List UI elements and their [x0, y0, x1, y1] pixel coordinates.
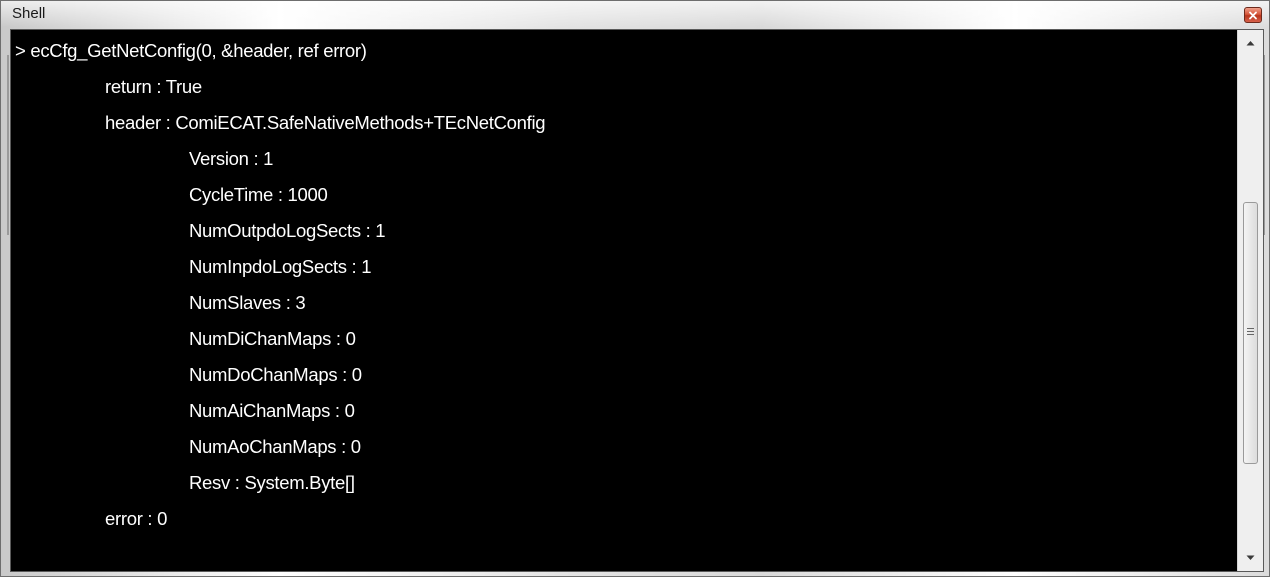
- grip-icon: [1247, 328, 1254, 336]
- close-icon: [1249, 11, 1257, 19]
- console-line-numaochanmaps: NumAoChanMaps : 0: [189, 436, 361, 457]
- window-title: Shell: [12, 5, 46, 22]
- console-lines: > ecCfg_GetNetConfig(0, &header, ref err…: [11, 30, 1235, 571]
- console-line-numdochanmaps: NumDoChanMaps : 0: [189, 364, 362, 385]
- title-bar[interactable]: Shell: [1, 1, 1269, 27]
- console-line-numoutpdologsects: NumOutpdoLogSects : 1: [189, 220, 386, 241]
- console-line-header: header : ComiECAT.SafeNativeMethods+TEcN…: [105, 112, 546, 133]
- console-line-version: Version : 1: [189, 148, 274, 169]
- console-line-command: > ecCfg_GetNetConfig(0, &header, ref err…: [15, 40, 367, 61]
- console-line-numslaves: NumSlaves : 3: [189, 292, 306, 313]
- window-frame-left: [7, 55, 9, 235]
- console-line-return: return : True: [105, 76, 202, 97]
- scroll-up-button[interactable]: [1238, 30, 1263, 56]
- arrow-up-icon: [1246, 41, 1255, 46]
- scroll-down-button[interactable]: [1238, 545, 1263, 571]
- console-output[interactable]: > ecCfg_GetNetConfig(0, &header, ref err…: [10, 29, 1264, 572]
- console-line-numaichanmaps: NumAiChanMaps : 0: [189, 400, 355, 421]
- console-line-resv: Resv : System.Byte[]: [189, 472, 355, 493]
- console-line-error: error : 0: [105, 508, 168, 529]
- scrollbar-thumb[interactable]: [1243, 202, 1258, 464]
- console-line-cycletime: CycleTime : 1000: [189, 184, 328, 205]
- arrow-down-icon: [1246, 555, 1255, 560]
- console-line-numdichanmaps: NumDiChanMaps : 0: [189, 328, 356, 349]
- console-line-numinpdologsects: NumInpdoLogSects : 1: [189, 256, 372, 277]
- close-button[interactable]: [1244, 7, 1262, 23]
- shell-window: Shell > ecCfg_GetNetConfig(0, &header, r…: [0, 0, 1270, 577]
- vertical-scrollbar[interactable]: [1237, 30, 1263, 571]
